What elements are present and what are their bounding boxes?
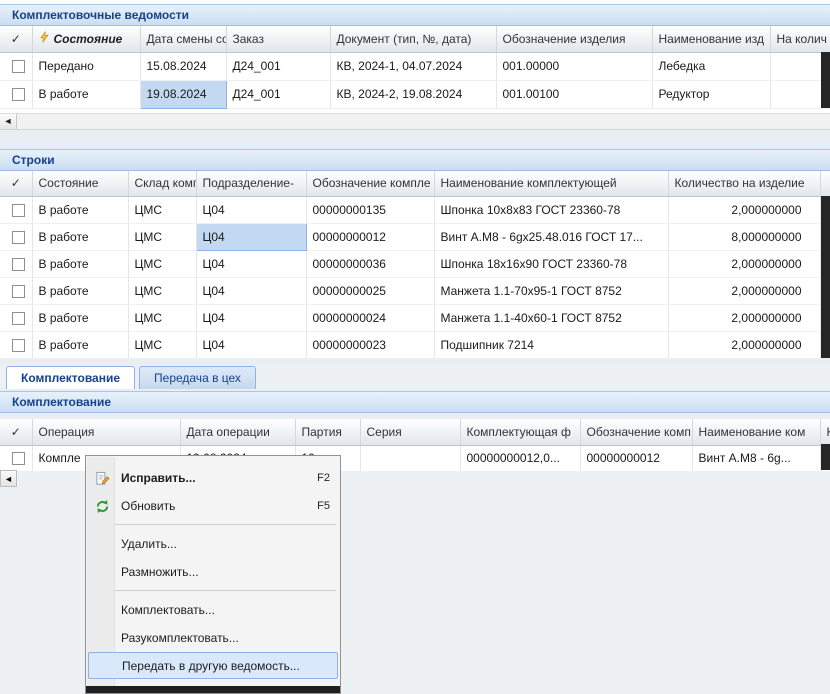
empty-icon-slot [92, 536, 112, 552]
header-component-name[interactable]: Наименование ком [692, 419, 820, 445]
focused-cell: 19.08.2024 [140, 80, 226, 108]
header-clipped [820, 171, 830, 197]
header-operation[interactable]: Операция [32, 419, 180, 445]
header-qty-per-item[interactable]: Количество на изделие [668, 171, 820, 197]
empty-icon-slot [93, 658, 113, 674]
table-row[interactable]: В работе ЦМС Ц04 00000000036 Шпонка 18x1… [0, 251, 830, 278]
row-checkbox[interactable] [12, 452, 25, 465]
edit-icon [92, 470, 112, 486]
stroki-header-row: ✓ Состояние Склад комп Подразделение- Об… [0, 171, 830, 197]
table-row[interactable]: Передано 15.08.2024 Д24_001 КВ, 2024-1, … [0, 52, 830, 80]
header-state[interactable]: Состояние [32, 171, 128, 197]
tab-bar: Комплектование Передача в цех [0, 365, 830, 389]
context-menu: Исправить... F2 Обновить F5 Удалить... Р… [85, 455, 341, 694]
menu-separator [90, 524, 336, 525]
scroll-left-button[interactable]: ◄ [0, 470, 17, 487]
header-warehouse[interactable]: Склад комп [128, 171, 196, 197]
panel-stroki-header: Строки [0, 149, 830, 171]
table-row[interactable]: В работе ЦМС Ц04 00000000024 Манжета 1.1… [0, 305, 830, 332]
header-check-all[interactable]: ✓ [0, 419, 32, 445]
row-checkbox[interactable] [12, 88, 25, 101]
row-checkbox[interactable] [12, 312, 25, 325]
scroll-left-icon: ◄ [4, 116, 13, 126]
row-checkbox[interactable] [12, 60, 25, 73]
menu-item-duplicate[interactable]: Размножить... [86, 558, 340, 586]
tab-komplektovanie[interactable]: Комплектование [6, 366, 135, 389]
header-batch[interactable]: Партия [295, 419, 360, 445]
header-state[interactable]: Состояние [32, 26, 140, 52]
row-checkbox[interactable] [12, 339, 25, 352]
header-component-code[interactable]: Обозначение комп [580, 419, 692, 445]
panel-komplektovanie-title: Комплектование [12, 395, 111, 409]
empty-icon-slot [92, 602, 112, 618]
menu-separator [90, 590, 336, 591]
vedomosti-grid: ✓ Состояние Дата смены сост Заказ Докуме… [0, 26, 830, 109]
row-checkbox[interactable] [12, 204, 25, 217]
clipped-column-region [821, 444, 830, 470]
panel-stroki-title: Строки [12, 153, 55, 167]
header-clipped: К [820, 419, 830, 445]
header-check-all[interactable]: ✓ [0, 171, 32, 197]
menu-item-komplektovat[interactable]: Комплектовать... [86, 596, 340, 624]
header-order[interactable]: Заказ [226, 26, 330, 52]
table-row-selected[interactable]: В работе 19.08.2024 Д24_001 КВ, 2024-2, … [0, 80, 830, 108]
panel-komplektovanie-header: Комплектование [0, 391, 830, 413]
row-checkbox[interactable] [12, 285, 25, 298]
scroll-left-icon: ◄ [4, 474, 13, 484]
row-checkbox[interactable] [12, 258, 25, 271]
panel-spacer [0, 130, 830, 149]
refresh-icon [92, 498, 112, 514]
menu-clipped-bottom [86, 686, 340, 693]
panel-vedomosti-title: Комплектовочные ведомости [12, 8, 189, 22]
clipped-column-region [821, 52, 830, 108]
table-row[interactable]: В работе ЦМС Ц04 00000000012 Винт А.М8 -… [0, 224, 830, 251]
panel-vedomosti-header: Комплектовочные ведомости [0, 4, 830, 26]
komplektovanie-header-row: ✓ Операция Дата операции Партия Серия Ко… [0, 419, 830, 445]
table-row[interactable]: В работе ЦМС Ц04 00000000135 Шпонка 10x8… [0, 197, 830, 224]
empty-icon-slot [92, 564, 112, 580]
header-operation-date[interactable]: Дата операции [180, 419, 295, 445]
lightning-icon [39, 31, 50, 46]
vedomosti-header-row: ✓ Состояние Дата смены сост Заказ Докуме… [0, 26, 830, 52]
scroll-left-button[interactable]: ◄ [0, 114, 17, 129]
menu-item-refresh[interactable]: Обновить F5 [86, 492, 340, 520]
focused-cell: Ц04 [196, 224, 306, 251]
menu-item-edit[interactable]: Исправить... F2 [86, 464, 340, 492]
stroki-grid: ✓ Состояние Склад комп Подразделение- Об… [0, 171, 830, 360]
menu-item-razukomplektovat[interactable]: Разукомплектовать... [86, 624, 340, 652]
clipped-column-region [821, 196, 830, 358]
row-checkbox[interactable] [12, 231, 25, 244]
header-check-all[interactable]: ✓ [0, 26, 32, 52]
header-component-name[interactable]: Наименование комплектующей [434, 171, 668, 197]
header-document[interactable]: Документ (тип, №, дата) [330, 26, 496, 52]
menu-item-peredat-v-druguyu-vedomost[interactable]: Передать в другую ведомость... [88, 652, 338, 679]
horizontal-scrollbar[interactable]: ◄ [0, 113, 830, 130]
header-date[interactable]: Дата смены сост [140, 26, 226, 52]
header-product-code[interactable]: Обозначение изделия [496, 26, 652, 52]
header-component-code[interactable]: Обозначение компле [306, 171, 434, 197]
header-component-fact[interactable]: Комплектующая ф [460, 419, 580, 445]
shortcut-f2: F2 [317, 472, 330, 484]
table-row[interactable]: В работе ЦМС Ц04 00000000025 Манжета 1.1… [0, 278, 830, 305]
header-series[interactable]: Серия [360, 419, 460, 445]
table-row[interactable]: В работе ЦМС Ц04 00000000023 Подшипник 7… [0, 332, 830, 359]
header-department[interactable]: Подразделение- [196, 171, 306, 197]
app-window: Комплектовочные ведомости ✓ Состояние Да… [0, 0, 830, 694]
header-qty[interactable]: На колич [770, 26, 830, 52]
shortcut-f5: F5 [317, 500, 330, 512]
header-product-name[interactable]: Наименование изд [652, 26, 770, 52]
empty-icon-slot [92, 630, 112, 646]
menu-item-delete[interactable]: Удалить... [86, 530, 340, 558]
tab-peredacha-v-ceh[interactable]: Передача в цех [139, 366, 256, 389]
